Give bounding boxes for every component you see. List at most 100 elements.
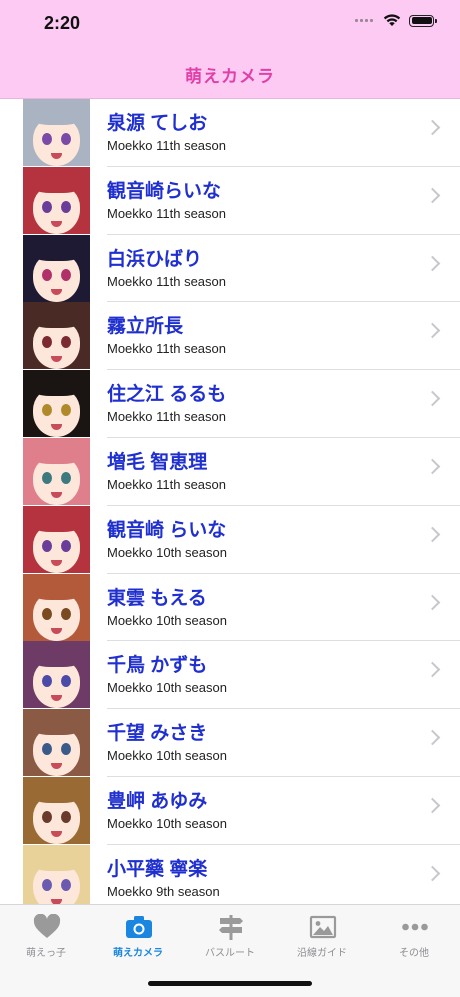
character-season: Moekko 11th season [107,409,226,425]
avatar-eye [61,878,71,891]
tab-label: 沿線ガイド [297,948,347,959]
character-avatar [23,234,90,302]
character-name: 霧立所長 [107,316,184,338]
character-name: 増毛 智恵理 [107,451,208,473]
chevron-right-icon [424,119,441,136]
chevron-right-icon [424,662,441,678]
chevron-right-icon [424,797,441,814]
character-name: 観音崎 らいな [107,519,227,541]
list-item[interactable]: 霧立所長 Moekko 11th season [0,302,460,371]
avatar-bangs [27,437,86,464]
list-item[interactable]: 千鳥 かずも Moekko 10th season [0,641,460,710]
character-name: 千鳥 かずも [107,655,208,677]
list-item[interactable]: 小平藥 寧楽 Moekko 9th season [0,844,460,913]
avatar-eye [61,810,71,823]
avatar-bangs [27,844,86,871]
character-name: 住之江 るるも [107,384,227,406]
signpost-icon [217,914,245,940]
avatar-bangs [27,709,86,736]
chevron-right-icon [424,323,441,339]
tab-3[interactable]: バスルート [184,905,276,965]
home-indicator [148,981,312,986]
avatar-bangs [27,166,86,193]
nav-title: 萌えカメラ [185,67,275,86]
character-name: 東雲 もえる [107,587,207,609]
cellular-signal-icon [355,19,373,22]
character-season: Moekko 11th season [107,273,226,289]
avatar-bangs [27,641,86,668]
avatar-eye [61,471,71,484]
avatar-eye [42,133,52,145]
character-avatar [23,370,90,438]
character-season: Moekko 11th season [107,205,226,221]
character-season: Moekko 11th season [107,341,226,357]
character-name: 観音崎らいな [107,180,222,202]
more-icon [401,914,429,940]
list-item[interactable]: 増毛 智恵理 Moekko 11th season [0,437,460,506]
tab-2[interactable]: 萌えカメラ [92,905,184,965]
chevron-right-icon [424,458,441,475]
chevron-right-icon [424,255,441,271]
avatar-eye [42,471,52,484]
chevron-right-icon [424,390,441,407]
avatar-eye [42,200,52,213]
avatar-eye [42,268,52,281]
avatar-bangs [27,370,86,397]
avatar-eye [61,539,71,552]
character-name: 豊岬 あゆみ [107,790,208,812]
avatar-bangs [27,776,86,803]
chevron-right-icon [424,187,441,204]
header-bar: 2:20 萌えカメラ [0,0,460,99]
character-name: 白浜ひばり [107,248,203,270]
character-avatar [23,776,90,844]
character-avatar [23,709,90,777]
character-list: 泉源 てしお Moekko 11th season 観音崎らいな Moekko 11t… [0,99,460,913]
avatar-eye [61,268,71,281]
list-item[interactable]: 観音崎 らいな Moekko 10th season [0,505,460,574]
avatar-eye [61,200,71,213]
chevron-right-icon [424,729,441,746]
character-avatar [23,166,90,234]
camera-icon [125,914,153,940]
list-item[interactable]: 住之江 るるも Moekko 11th season [0,370,460,438]
character-name: 小平藥 寧楽 [107,858,208,880]
avatar-eye [42,878,52,891]
character-avatar [23,573,90,641]
character-name: 泉源 てしお [107,113,208,134]
avatar-bangs [27,234,86,261]
character-season: Moekko 10th season [107,815,227,831]
character-season: Moekko 10th season [107,748,227,764]
wifi-icon [383,14,401,26]
character-season: Moekko 10th season [107,612,227,628]
character-season: Moekko 10th season [107,544,227,560]
status-time: 2:20 [44,13,81,33]
character-name: 千望 みさき [107,723,208,745]
character-season: Moekko 9th season [107,883,220,899]
avatar-eye [61,607,71,620]
avatar-eye [42,539,52,552]
character-avatar [23,844,90,912]
list-item[interactable]: 泉源 てしお Moekko 11th season [0,99,460,167]
avatar-eye [61,133,71,145]
tab-4[interactable]: 沿線ガイド [276,905,368,965]
tab-label: 萌えっ子 [26,948,66,959]
character-season: Moekko 11th season [107,476,226,492]
avatar-bangs [27,99,86,125]
character-avatar [23,641,90,709]
list-item[interactable]: 東雲 もえる Moekko 10th season [0,573,460,642]
chevron-right-icon [424,594,441,610]
list-item[interactable]: 豊岬 あゆみ Moekko 10th season [0,776,460,845]
heart-icon [33,913,61,940]
character-season: Moekko 10th season [107,680,227,696]
list-item[interactable]: 千望 みさき Moekko 10th season [0,709,460,777]
tab-label: バスルート [205,948,255,959]
tab-label: 萌えカメラ [113,948,163,959]
avatar-bangs [27,573,86,600]
list-item[interactable]: 観音崎らいな Moekko 11th season [0,166,460,235]
tab-5[interactable]: その他 [368,905,460,965]
character-avatar [23,505,90,573]
tab-1[interactable]: 萌えっ子 [0,905,92,965]
character-avatar [23,302,90,370]
list-item[interactable]: 白浜ひばり Moekko 11th season [0,234,460,303]
status-icons [355,14,437,27]
